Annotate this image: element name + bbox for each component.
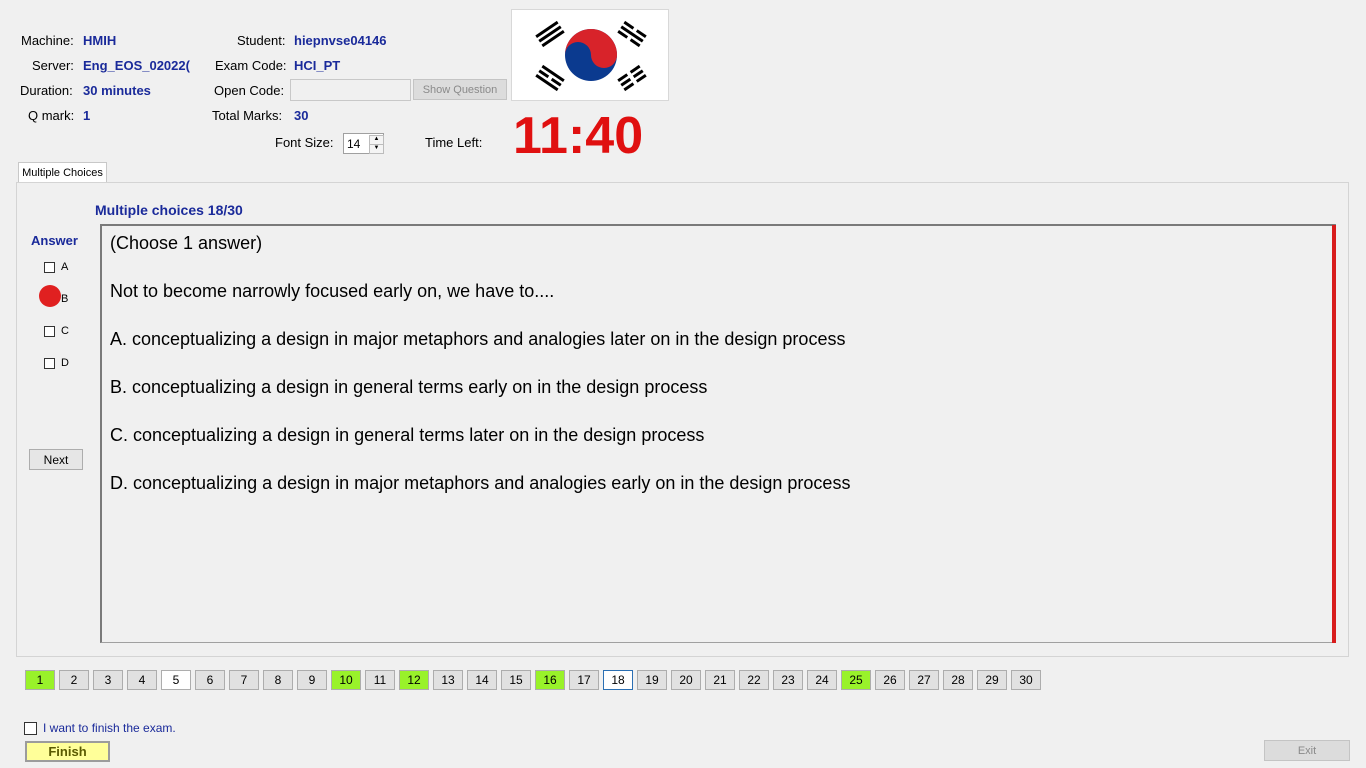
student-label: Student: <box>237 33 286 48</box>
question-nav-button[interactable]: 3 <box>93 670 123 690</box>
font-size-label: Font Size: <box>275 135 334 150</box>
question-nav-button[interactable]: 18 <box>603 670 633 690</box>
duration-label: Duration: <box>20 83 73 98</box>
question-instruction: (Choose 1 answer) <box>110 233 263 253</box>
tab-multiple-choices[interactable]: Multiple Choices <box>18 162 107 183</box>
question-nav-button[interactable]: 6 <box>195 670 225 690</box>
question-nav-button[interactable]: 16 <box>535 670 565 690</box>
font-size-stepper[interactable]: 14 ▲ ▼ <box>343 133 384 154</box>
exam-code-label: Exam Code: <box>215 58 287 73</box>
machine-label: Machine: <box>21 33 74 48</box>
option-a: A. conceptualizing a design in major met… <box>110 329 846 349</box>
question-nav-button[interactable]: 25 <box>841 670 871 690</box>
option-b: B. conceptualizing a design in general t… <box>110 377 708 397</box>
finish-button[interactable]: Finish <box>25 741 110 762</box>
time-left-label: Time Left: <box>425 135 483 150</box>
font-size-value: 14 <box>347 137 361 151</box>
question-nav-button[interactable]: 20 <box>671 670 701 690</box>
option-d: D. conceptualizing a design in major met… <box>110 473 851 493</box>
selected-marker-icon <box>39 285 61 307</box>
question-nav-button[interactable]: 14 <box>467 670 497 690</box>
stepper-down-icon[interactable]: ▼ <box>369 144 384 154</box>
question-counter: Multiple choices 18/30 <box>95 202 243 218</box>
question-nav-button[interactable]: 24 <box>807 670 837 690</box>
question-nav-button[interactable]: 17 <box>569 670 599 690</box>
answer-choice-c-label: C <box>61 325 69 337</box>
question-navigator: 1 2 3 4 5 6 7 8 9 10 11 12 13 14 15 16 17 18 19 20 21 22 23 24 2… <box>25 670 1041 690</box>
scroll-indicator <box>1332 225 1336 643</box>
question-nav-button[interactable]: 12 <box>399 670 429 690</box>
answer-choice-a[interactable]: A <box>44 261 68 273</box>
question-nav-button[interactable]: 28 <box>943 670 973 690</box>
open-code-input[interactable] <box>290 79 411 101</box>
question-nav-button[interactable]: 27 <box>909 670 939 690</box>
total-marks-value: 30 <box>294 108 309 123</box>
question-nav-button[interactable]: 26 <box>875 670 905 690</box>
duration-value: 30 minutes <box>83 83 151 98</box>
server-value: Eng_EOS_02022( <box>83 58 190 73</box>
question-nav-button[interactable]: 22 <box>739 670 769 690</box>
finish-confirm-label: I want to finish the exam. <box>43 721 176 735</box>
flag-image <box>511 9 669 101</box>
answer-choice-d[interactable]: D <box>44 357 69 369</box>
question-nav-button[interactable]: 19 <box>637 670 667 690</box>
question-nav-button[interactable]: 8 <box>263 670 293 690</box>
exit-button[interactable]: Exit <box>1264 740 1350 761</box>
answer-choice-b-label: B <box>61 293 69 305</box>
question-nav-button[interactable]: 5 <box>161 670 191 690</box>
question-nav-button[interactable]: 10 <box>331 670 361 690</box>
question-nav-button[interactable]: 15 <box>501 670 531 690</box>
question-nav-button[interactable]: 21 <box>705 670 735 690</box>
student-value: hiepnvse04146 <box>294 33 387 48</box>
question-nav-button[interactable]: 7 <box>229 670 259 690</box>
question-nav-button[interactable]: 2 <box>59 670 89 690</box>
checkbox-d[interactable] <box>44 357 55 369</box>
machine-value: HMIH <box>83 33 117 48</box>
answer-choice-c[interactable]: C <box>44 325 69 337</box>
qmark-value: 1 <box>83 108 91 123</box>
question-nav-button[interactable]: 9 <box>297 670 327 690</box>
question-stem: Not to become narrowly focused early on,… <box>110 281 555 301</box>
checkbox-a[interactable] <box>44 261 55 273</box>
open-code-label: Open Code: <box>214 83 285 98</box>
finish-confirm[interactable]: I want to finish the exam. <box>24 721 176 735</box>
answer-choice-d-label: D <box>61 357 69 369</box>
question-nav-button[interactable]: 13 <box>433 670 463 690</box>
question-nav-button[interactable]: 4 <box>127 670 157 690</box>
question-nav-button[interactable]: 11 <box>365 670 395 690</box>
total-marks-label: Total Marks: <box>212 108 283 123</box>
checkbox-c[interactable] <box>44 325 55 337</box>
south-korea-flag-icon <box>535 20 647 92</box>
question-nav-button[interactable]: 29 <box>977 670 1007 690</box>
time-left-value: 11:40 <box>513 107 644 165</box>
next-button[interactable]: Next <box>29 449 83 470</box>
question-nav-button[interactable]: 30 <box>1011 670 1041 690</box>
server-label: Server: <box>32 58 74 73</box>
answer-title: Answer <box>31 233 78 248</box>
show-question-button[interactable]: Show Question <box>413 79 507 100</box>
qmark-label: Q mark: <box>28 108 75 123</box>
question-nav-button[interactable]: 1 <box>25 670 55 690</box>
exam-code-value: HCI_PT <box>294 58 341 73</box>
question-nav-button[interactable]: 23 <box>773 670 803 690</box>
answer-choice-a-label: A <box>61 261 69 273</box>
finish-checkbox[interactable] <box>24 721 37 735</box>
option-c: C. conceptualizing a design in general t… <box>110 425 705 445</box>
